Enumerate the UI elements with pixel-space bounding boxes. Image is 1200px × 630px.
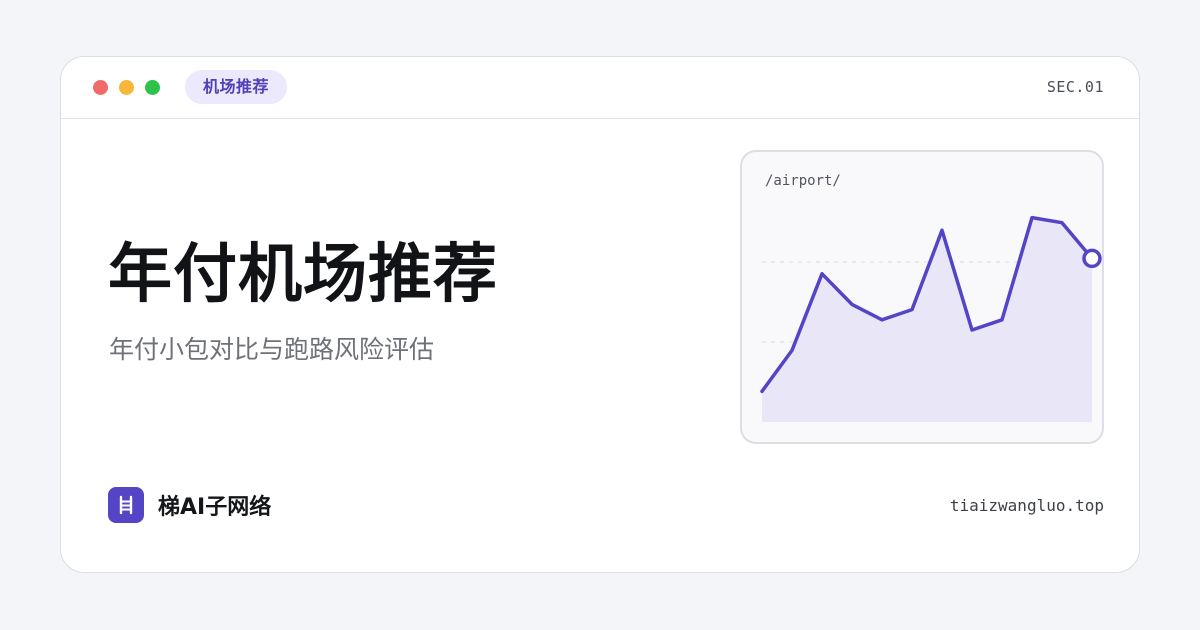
chart-point-9	[1030, 216, 1034, 220]
ladder-icon	[108, 487, 144, 523]
preview-card: 机场推荐 SEC.01 年付机场推荐 年付小包对比与跑路风险评估 /airpor…	[60, 56, 1140, 573]
chart-point-7	[970, 328, 974, 332]
chart-point-6	[940, 228, 944, 232]
chart-point-3	[850, 302, 854, 306]
page-subtitle: 年付小包对比与跑路风险评估	[109, 335, 435, 364]
chart-point-2	[820, 272, 824, 276]
chart-svg	[760, 215, 1102, 422]
brand[interactable]: 梯AI子网络	[108, 487, 271, 523]
chart-point-11[interactable]	[1082, 248, 1102, 269]
chart-point-8	[1000, 318, 1004, 322]
chart-point-10	[1060, 221, 1064, 225]
window-minimize-button[interactable]	[119, 80, 134, 95]
chart-area	[762, 217, 1092, 422]
page-title: 年付机场推荐	[108, 238, 498, 312]
brand-name: 梯AI子网络	[158, 495, 272, 520]
chart-point-4	[880, 318, 884, 322]
window-title-bar: 机场推荐 SEC.01	[61, 57, 1139, 119]
category-tag[interactable]: 机场推荐	[185, 70, 288, 104]
window-maximize-button[interactable]	[145, 80, 160, 95]
section-label: SEC.01	[1046, 78, 1104, 96]
site-domain[interactable]: tiaizwangluo.top	[950, 496, 1104, 515]
window-close-button[interactable]	[93, 80, 108, 95]
chart-point-0	[760, 389, 764, 393]
chart-point-5	[910, 308, 914, 312]
chart-point-1	[790, 348, 794, 352]
chart-panel: /airport/	[740, 150, 1104, 444]
